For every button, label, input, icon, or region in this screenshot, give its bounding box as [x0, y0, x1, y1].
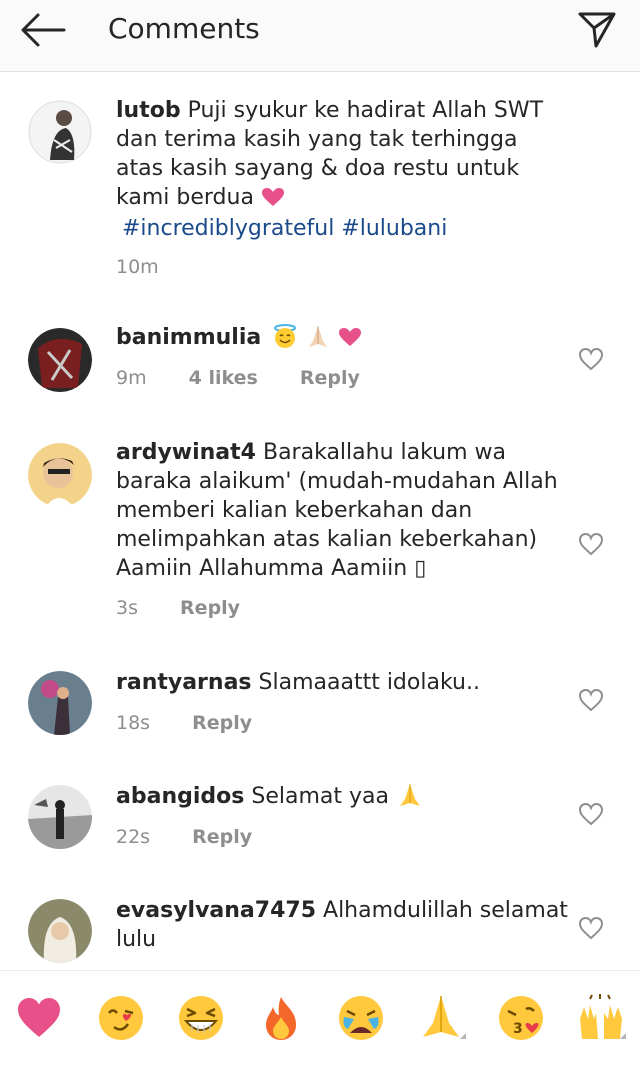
crying-face-icon[interactable]: [336, 993, 386, 1043]
timestamp: 9m: [116, 367, 147, 389]
username-link[interactable]: evasylvana7475: [116, 898, 316, 923]
reply-button[interactable]: Reply: [192, 710, 252, 736]
timestamp: 18s: [116, 712, 151, 734]
like-heart-icon[interactable]: [578, 688, 604, 712]
avatar[interactable]: [28, 100, 92, 164]
reply-button[interactable]: Reply: [180, 595, 240, 621]
avatar[interactable]: [28, 671, 92, 735]
face-blowing-kiss-icon[interactable]: [96, 993, 146, 1043]
comment-meta: 18s Reply: [116, 710, 252, 736]
reply-button[interactable]: Reply: [192, 824, 252, 850]
smiling-face-with-halo-emoji: [274, 324, 297, 348]
heart-emoji: [261, 188, 284, 206]
username-link[interactable]: ardywinat4: [116, 440, 256, 465]
timestamp: 10m: [116, 256, 159, 278]
folded-hands-icon[interactable]: [416, 993, 466, 1043]
emoji-reaction-bar: 3: [0, 970, 640, 1070]
comment-text: ardywinat4 Barakallahu lakum wa baraka a…: [116, 438, 571, 583]
post-caption: lutob Puji syukur ke hadirat Allah SWT d…: [0, 72, 640, 302]
timestamp: 3s: [116, 597, 138, 619]
comment-item: abangidos Selamat yaa 22s Reply: [0, 776, 640, 886]
comment-text: rantyarnas Slamaaattt idolaku..: [116, 668, 571, 697]
username-link[interactable]: banimmulia: [116, 325, 261, 350]
arrow-left-icon[interactable]: [18, 10, 68, 50]
comment-item: banimmulia 9m 4 likes Reply: [0, 317, 640, 432]
comment-meta: 10m: [116, 254, 159, 280]
comment-item: rantyarnas Slamaaattt idolaku.. 18s Repl…: [0, 662, 640, 772]
username-link[interactable]: abangidos: [116, 784, 244, 809]
username-link[interactable]: lutob: [116, 98, 181, 123]
avatar[interactable]: [28, 785, 92, 849]
caption-text: lutob Puji syukur ke hadirat Allah SWT d…: [116, 96, 571, 243]
like-heart-icon[interactable]: [578, 802, 604, 826]
avatar[interactable]: [28, 443, 92, 507]
top-bar: Comments: [0, 0, 640, 72]
comment-item: evasylvana7475 Alhamdulillah selamat lul…: [0, 890, 640, 970]
username-link[interactable]: rantyarnas: [116, 670, 252, 695]
reply-button[interactable]: Reply: [300, 365, 360, 391]
hashtag-links[interactable]: #incrediblygrateful #lulubani: [122, 214, 571, 243]
like-heart-icon[interactable]: [578, 347, 604, 371]
like-heart-icon[interactable]: [578, 916, 604, 940]
kissing-face-with-heart-icon[interactable]: 3: [496, 993, 546, 1043]
avatar[interactable]: [28, 328, 92, 392]
comment-text: abangidos Selamat yaa: [116, 782, 571, 811]
unknown-glyph: ▯: [414, 556, 427, 581]
caption-body: Puji syukur ke hadirat Allah SWT dan ter…: [116, 98, 544, 210]
comment-text: banimmulia: [116, 323, 571, 352]
comment-body: Selamat yaa: [251, 784, 389, 809]
comment-text: evasylvana7475 Alhamdulillah selamat lul…: [116, 896, 571, 954]
fire-icon[interactable]: [256, 993, 306, 1043]
timestamp: 22s: [116, 826, 151, 848]
raising-hands-icon[interactable]: [576, 993, 626, 1043]
page-title: Comments: [108, 12, 260, 45]
comment-meta: 9m 4 likes Reply: [116, 365, 360, 391]
svg-text:3: 3: [513, 1021, 523, 1037]
folded-hands-emoji: [399, 784, 420, 806]
grinning-squinting-face-icon[interactable]: [176, 993, 226, 1043]
comment-item: ardywinat4 Barakallahu lakum wa baraka a…: [0, 432, 640, 632]
paper-plane-icon[interactable]: [574, 6, 620, 52]
comment-meta: 22s Reply: [116, 824, 252, 850]
heart-emoji: [339, 328, 362, 346]
avatar[interactable]: [28, 899, 92, 963]
likes-count[interactable]: 4 likes: [189, 365, 258, 391]
like-heart-icon[interactable]: [578, 532, 604, 556]
comment-list: lutob Puji syukur ke hadirat Allah SWT d…: [0, 72, 640, 970]
heart-icon[interactable]: [14, 993, 64, 1043]
comment-meta: 3s Reply: [116, 595, 240, 621]
comment-body: Slamaaattt idolaku..: [258, 670, 480, 695]
folded-hands-emoji: [309, 326, 328, 347]
